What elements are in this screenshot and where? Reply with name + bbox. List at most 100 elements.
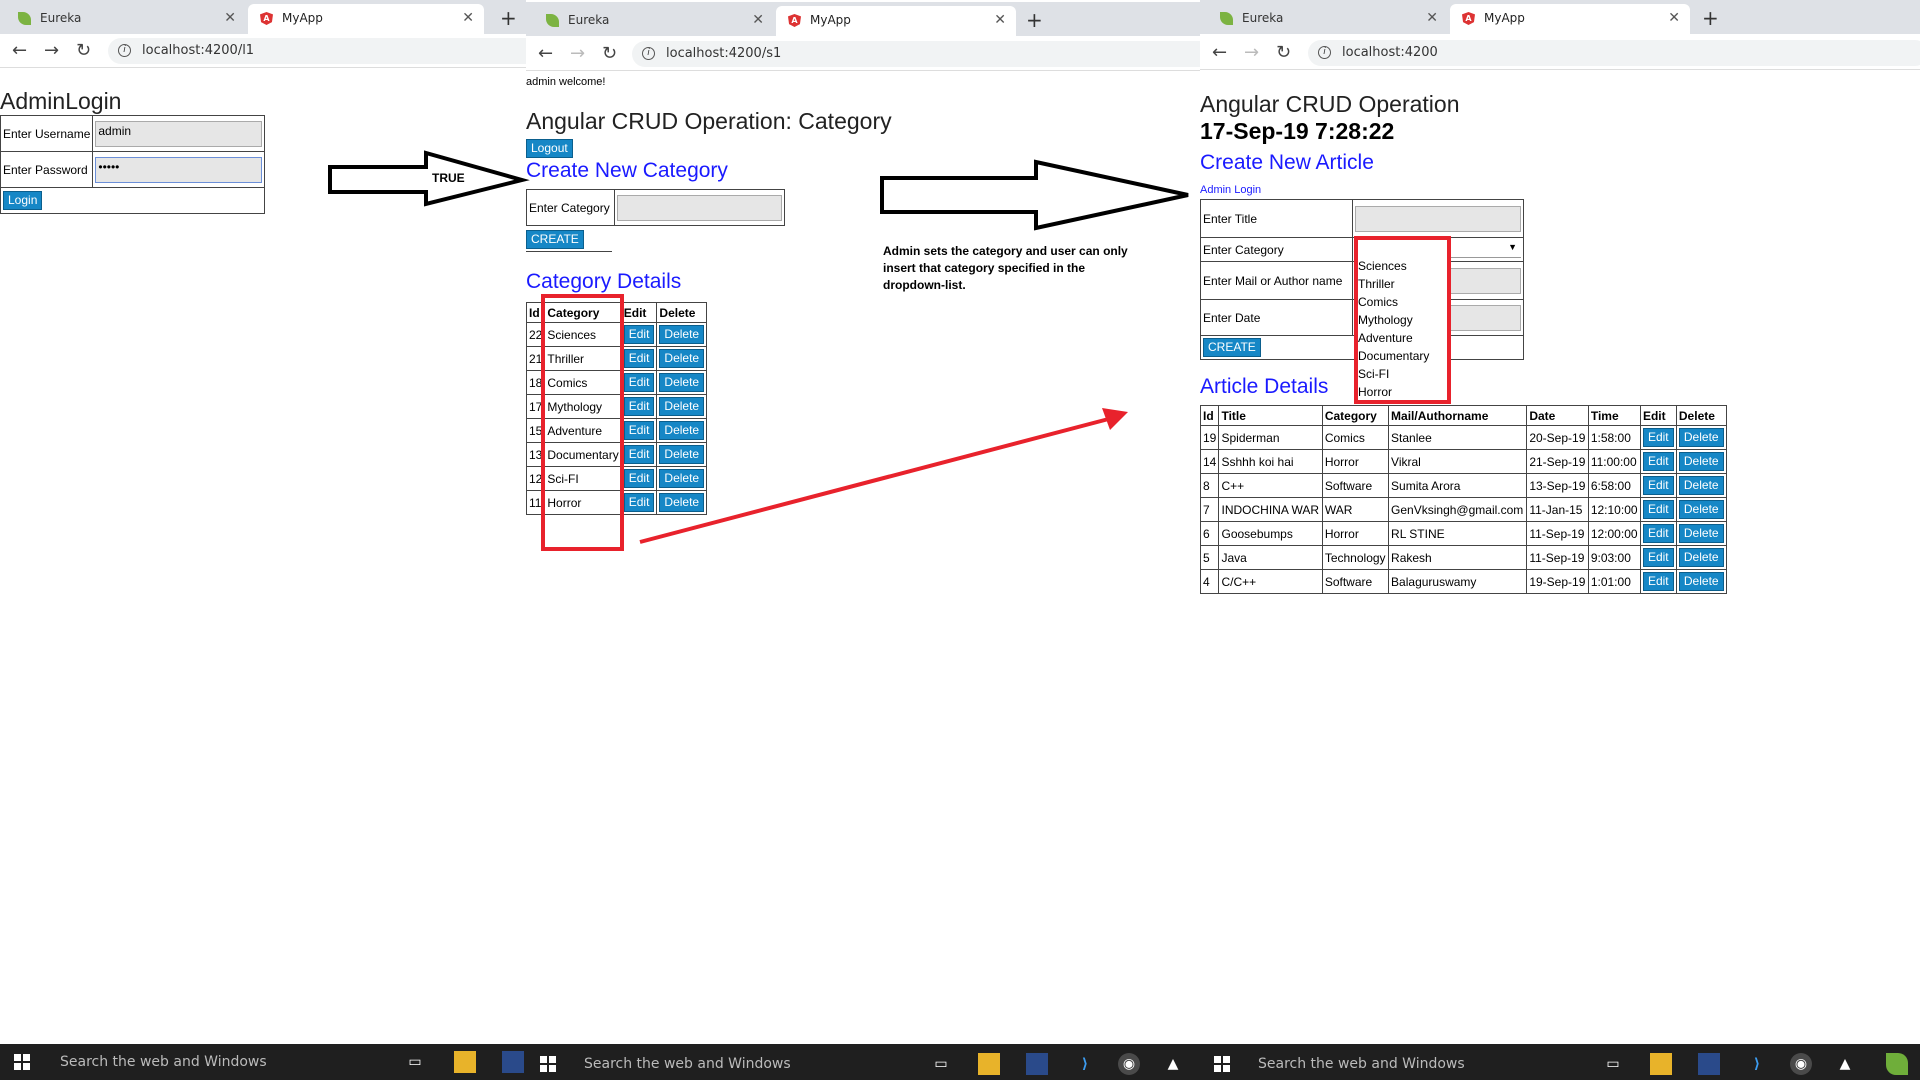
page-title: Angular CRUD Operation [1200,91,1460,117]
spring-icon[interactable] [1886,1053,1908,1075]
photos-icon[interactable]: ▲ [1162,1053,1184,1075]
taskbar-search[interactable]: Search the web and Windows [60,1044,267,1080]
delete-button[interactable]: Delete [659,325,705,344]
edit-button[interactable]: Edit [1642,524,1674,543]
tab-myapp[interactable]: A MyApp ✕ [1450,4,1690,34]
task-view-icon[interactable]: ▭ [930,1053,952,1075]
edit-button[interactable]: Edit [1642,572,1674,591]
reload-icon[interactable]: ↻ [1276,42,1291,63]
category-input[interactable] [617,194,782,221]
close-icon[interactable]: ✕ [462,4,474,32]
close-icon[interactable]: ✕ [1668,4,1680,32]
tab-eureka[interactable]: Eureka ✕ [1208,4,1448,34]
delete-button[interactable]: Delete [1678,572,1724,591]
delete-button[interactable]: Delete [659,493,705,512]
delete-button[interactable]: Delete [1678,476,1724,495]
new-tab-icon[interactable]: + [500,6,517,30]
delete-button[interactable]: Delete [1678,500,1724,519]
tab-myapp[interactable]: A MyApp ✕ [248,4,484,34]
tab-bar: Eureka ✕ A MyApp ✕ + [1200,0,1920,34]
password-input[interactable]: ••••• [95,156,262,183]
info-icon: i [1318,46,1331,59]
windows-start-icon[interactable] [540,1056,556,1072]
edit-button[interactable]: Edit [1642,548,1674,567]
edit-button[interactable]: Edit [623,325,655,344]
url-field[interactable]: i localhost:4200/l1 [108,38,526,64]
tab-myapp[interactable]: A MyApp ✕ [776,6,1016,36]
admin-login-link[interactable]: Admin Login [1200,184,1261,196]
edit-button[interactable]: Edit [1642,428,1674,447]
file-explorer-icon[interactable] [1650,1053,1672,1075]
task-view-icon[interactable]: ▭ [1602,1053,1624,1075]
create-button[interactable]: CREATE [1203,338,1261,357]
delete-button[interactable]: Delete [659,469,705,488]
task-view-icon[interactable]: ▭ [404,1051,426,1073]
edit-button[interactable]: Edit [1642,500,1674,519]
create-button[interactable]: CREATE [526,230,584,249]
close-icon[interactable]: ✕ [752,6,764,34]
photos-icon[interactable]: ▲ [1834,1053,1856,1075]
app-icon[interactable] [1026,1053,1048,1075]
annotation-note: Admin sets the category and user can onl… [883,244,1128,292]
forward-icon[interactable]: → [570,43,585,64]
row-category: Horror [1321,521,1390,546]
delete-button[interactable]: Delete [659,445,705,464]
edit-button[interactable]: Edit [1642,476,1674,495]
reload-icon[interactable]: ↻ [602,43,617,64]
edit-button[interactable]: Edit [623,373,655,392]
taskbar: Search the web and Windows ▭ ⟩ ◉ ▲ [1200,1044,1920,1080]
back-icon[interactable]: ← [1212,42,1227,63]
file-explorer-icon[interactable] [454,1051,476,1073]
delete-button[interactable]: Delete [659,397,705,416]
chrome-icon[interactable]: ◉ [1118,1053,1140,1075]
edit-button[interactable]: Edit [623,397,655,416]
windows-start-icon[interactable] [1214,1056,1230,1072]
delete-button[interactable]: Delete [659,349,705,368]
table-row: 6 Goosebumps Horror RL STINE 11-Sep-19 12:00:… [1200,521,1728,546]
edit-button[interactable]: Edit [1642,452,1674,471]
edit-button[interactable]: Edit [623,349,655,368]
row-category: Software [1321,473,1390,498]
taskbar-search[interactable]: Search the web and Windows [1258,1046,1465,1080]
forward-icon[interactable]: → [44,40,59,61]
edit-button[interactable]: Edit [623,421,655,440]
delete-button[interactable]: Delete [1678,428,1724,447]
chrome-icon[interactable]: ◉ [1790,1053,1812,1075]
delete-button[interactable]: Delete [659,373,705,392]
vscode-icon[interactable]: ⟩ [1746,1053,1768,1075]
vscode-icon[interactable]: ⟩ [1074,1053,1096,1075]
forward-icon[interactable]: → [1244,42,1259,63]
close-icon[interactable]: ✕ [1426,4,1438,32]
app-icon[interactable] [502,1051,524,1073]
username-input[interactable]: admin [95,120,262,147]
windows-start-icon[interactable] [14,1054,30,1070]
file-explorer-icon[interactable] [978,1053,1000,1075]
close-icon[interactable]: ✕ [994,6,1006,34]
url-field[interactable]: i localhost:4200 [1308,40,1920,66]
col-header: Title [1218,405,1323,426]
logout-button[interactable]: Logout [526,139,573,158]
title-input[interactable] [1355,205,1521,232]
delete-button[interactable]: Delete [1678,548,1724,567]
delete-button[interactable]: Delete [659,421,705,440]
new-tab-icon[interactable]: + [1026,8,1043,32]
tab-eureka[interactable]: Eureka ✕ [534,6,774,36]
delete-button[interactable]: Delete [1678,524,1724,543]
edit-button[interactable]: Edit [623,469,655,488]
back-icon[interactable]: ← [538,43,553,64]
back-icon[interactable]: ← [12,40,27,61]
taskbar-search[interactable]: Search the web and Windows [584,1046,791,1080]
url-text: localhost:4200 [1342,45,1438,60]
delete-button[interactable]: Delete [1678,452,1724,471]
new-tab-icon[interactable]: + [1702,6,1719,30]
reload-icon[interactable]: ↻ [76,40,91,61]
tab-eureka[interactable]: Eureka ✕ [6,4,246,34]
row-mail: Balaguruswamy [1388,569,1528,594]
edit-button[interactable]: Edit [623,445,655,464]
close-icon[interactable]: ✕ [224,4,236,32]
app-icon[interactable] [1698,1053,1720,1075]
edit-button[interactable]: Edit [623,493,655,512]
login-button[interactable]: Login [3,191,43,210]
row-date: 13-Sep-19 [1526,473,1589,498]
url-field[interactable]: i localhost:4200/s1 [632,41,1200,67]
